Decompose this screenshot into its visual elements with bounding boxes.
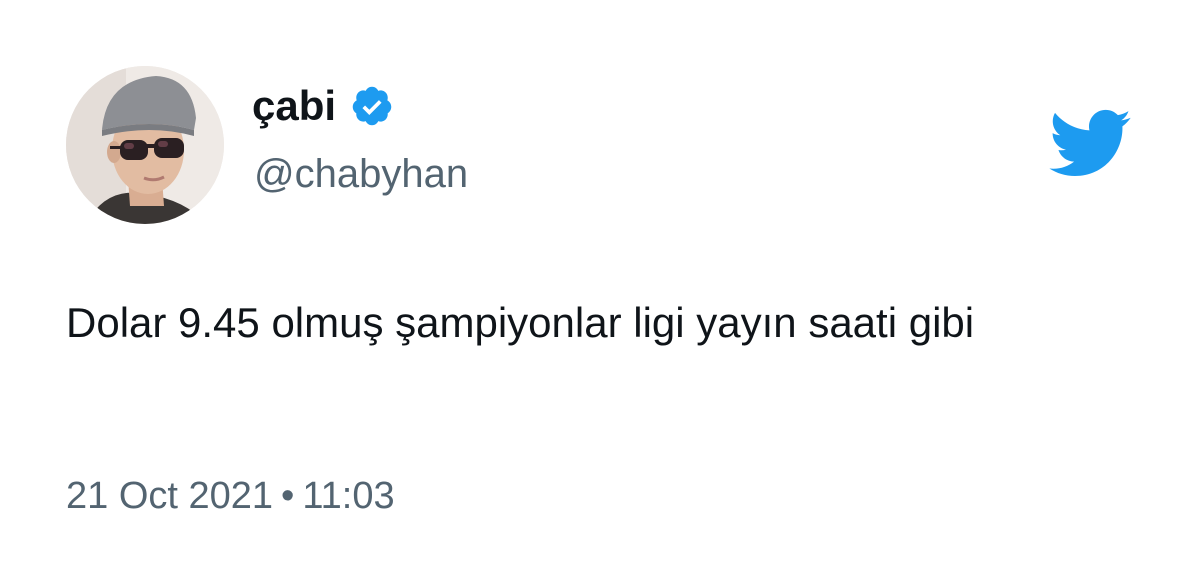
tweet-card: çabi @chabyhan Dolar 9.45 olmuş şampiyon… xyxy=(0,0,1200,585)
tweet-time: 11:03 xyxy=(302,475,395,517)
tweet-timestamp[interactable]: 21 Oct 2021 • 11:03 xyxy=(66,477,395,515)
verified-badge-icon xyxy=(350,84,394,128)
author-handle[interactable]: @chabyhan xyxy=(254,154,468,194)
twitter-bird-icon[interactable] xyxy=(1046,106,1132,180)
tweet-date: 21 Oct 2021 xyxy=(66,475,274,517)
display-name: çabi xyxy=(252,82,337,129)
author-name[interactable]: çabi xyxy=(252,84,394,128)
tweet-text: Dolar 9.45 olmuş şampiyonlar ligi yayın … xyxy=(66,299,975,346)
timestamp-separator: • xyxy=(281,475,295,517)
avatar-photo xyxy=(66,66,224,224)
author-avatar[interactable] xyxy=(66,66,224,224)
